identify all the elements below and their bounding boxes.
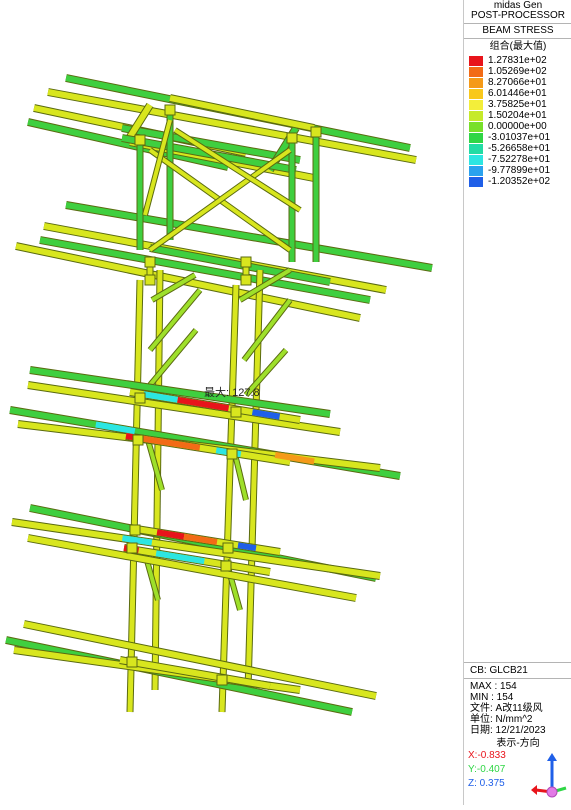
divider — [464, 38, 571, 39]
divider — [464, 662, 571, 663]
axis-triad-icon — [531, 753, 567, 798]
color-legend: 1.27831e+02 1.05269e+02 8.27066e+01 6.01446… — [464, 55, 571, 187]
beam-stress-segment — [237, 542, 257, 552]
legend-swatch — [469, 122, 483, 132]
beam-stress-model[interactable]: 最大: 127.8 — [0, 0, 462, 805]
beam-element[interactable] — [169, 95, 315, 131]
beam-node — [222, 542, 234, 554]
beam-node — [310, 126, 322, 138]
legend-row: -5.26658e+01 — [464, 143, 571, 154]
unit-label: 单位: N/mm^2 — [470, 714, 533, 725]
legend-row: 8.27066e+01 — [464, 77, 571, 88]
date-label: 日期: 12/21/2023 — [470, 725, 546, 736]
min-element: MIN : 154 — [470, 692, 514, 703]
beam-node — [216, 674, 228, 686]
legend-panel: midas Gen POST-PROCESSOR BEAM STRESS 组合(… — [463, 0, 571, 805]
beam-node — [286, 132, 298, 144]
legend-swatch — [469, 155, 483, 165]
legend-row: 1.05269e+02 — [464, 66, 571, 77]
legend-value: 0.00000e+00 — [488, 121, 547, 132]
legend-value: 8.27066e+01 — [488, 77, 547, 88]
legend-value: 6.01446e+01 — [488, 88, 547, 99]
legend-value: -9.77899e+01 — [488, 165, 551, 176]
legend-swatch — [469, 144, 483, 154]
beam-node — [129, 524, 141, 536]
beam-node — [134, 134, 146, 146]
beam-node — [144, 256, 156, 268]
legend-value: 3.75825e+01 — [488, 99, 547, 110]
legend-value: -5.26658e+01 — [488, 143, 551, 154]
beam-element[interactable] — [219, 284, 239, 713]
legend-row: -3.01037e+01 — [464, 132, 571, 143]
legend-swatch — [469, 133, 483, 143]
max-value-label: 最大: 127.8 — [204, 385, 260, 399]
legend-value: -1.20352e+02 — [488, 176, 551, 187]
beam-node — [144, 274, 156, 286]
legend-row: 1.50204e+01 — [464, 110, 571, 121]
legend-swatch — [469, 89, 483, 99]
divider — [464, 678, 571, 679]
legend-swatch — [469, 177, 483, 187]
legend-value: -7.52278e+01 — [488, 154, 551, 165]
legend-row: -1.20352e+02 — [464, 176, 571, 187]
legend-swatch — [469, 111, 483, 121]
legend-row: -7.52278e+01 — [464, 154, 571, 165]
module-name: POST-PROCESSOR — [471, 10, 565, 21]
legend-swatch — [469, 78, 483, 88]
legend-row: 0.00000e+00 — [464, 121, 571, 132]
beam-stress-segment — [156, 529, 185, 540]
beam-stress-segment — [95, 421, 136, 435]
beam-element[interactable] — [245, 269, 263, 691]
beam-node — [126, 542, 138, 554]
legend-value: 1.05269e+02 — [488, 66, 547, 77]
legend-row: 6.01446e+01 — [464, 88, 571, 99]
legend-swatch — [469, 100, 483, 110]
legend-swatch — [469, 56, 483, 66]
beam-node — [240, 274, 252, 286]
beam-node — [126, 656, 138, 668]
file-name: 文件: A改11级风 — [470, 703, 543, 714]
load-combination: CB: GLCB21 — [470, 665, 528, 676]
legend-value: -3.01037e+01 — [488, 132, 551, 143]
beam-node — [164, 104, 176, 116]
legend-row: 1.27831e+02 — [464, 55, 571, 66]
legend-value: 1.27831e+02 — [488, 55, 547, 66]
legend-swatch — [469, 166, 483, 176]
view-direction-label: 表示-方向 — [496, 738, 540, 749]
divider — [464, 23, 571, 24]
legend-swatch — [469, 67, 483, 77]
legend-value: 1.50204e+01 — [488, 110, 547, 121]
beam-stress-segment — [121, 535, 153, 546]
legend-row: -9.77899e+01 — [464, 165, 571, 176]
legend-row: 3.75825e+01 — [464, 99, 571, 110]
beam-node — [134, 392, 146, 404]
beam-node — [132, 434, 144, 446]
beam-node — [226, 448, 238, 460]
beam-node — [220, 560, 232, 572]
component-label: 组合(最大值) — [489, 41, 547, 52]
result-type: BEAM STRESS — [482, 25, 554, 36]
model-viewport[interactable]: 最大: 127.8 — [0, 0, 462, 805]
max-element: MAX : 154 — [470, 681, 517, 692]
beam-node — [240, 256, 252, 268]
beam-node — [230, 406, 242, 418]
